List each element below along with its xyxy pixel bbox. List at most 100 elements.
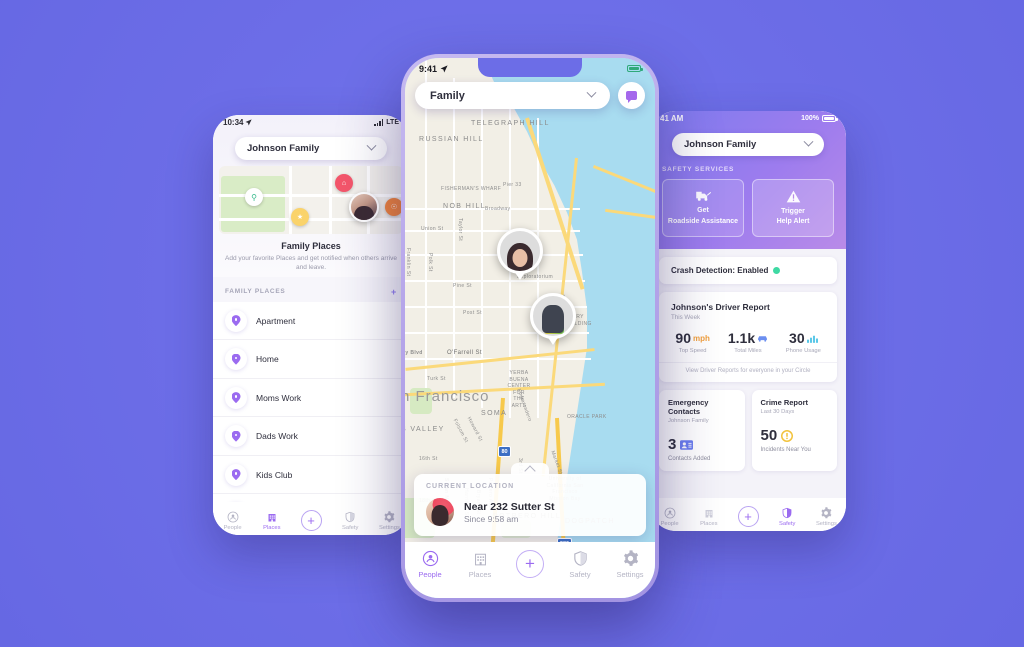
list-item[interactable]: Apartment bbox=[213, 302, 409, 341]
family-member-avatar-2 bbox=[530, 293, 576, 339]
map-road bbox=[405, 280, 585, 282]
left-tab-bar: People Places + Safety Settings bbox=[213, 502, 409, 535]
tab-add[interactable]: + bbox=[505, 550, 555, 578]
signal-bars-icon bbox=[374, 119, 384, 126]
map-pin-marker[interactable]: ⚲ bbox=[245, 188, 263, 206]
current-location-header: CURRENT LOCATION bbox=[426, 483, 515, 490]
map-street-label: ry Blvd bbox=[405, 350, 423, 356]
driver-report-stats: 90 mph Top Speed 1.1k Total Miles 30 Pho… bbox=[659, 321, 837, 362]
left-phone-mockup: 10:34 LTE Johnson Family ⚲ ⌂ ★ ☉ Family … bbox=[213, 115, 409, 535]
battery-icon bbox=[822, 115, 838, 122]
message-button[interactable] bbox=[618, 82, 645, 109]
plus-icon[interactable]: + bbox=[737, 506, 759, 527]
map-street-label: Broadway bbox=[485, 206, 511, 212]
tab-label: Places bbox=[263, 525, 281, 531]
family-selector[interactable]: Johnson Family bbox=[235, 137, 387, 160]
alert-circle-icon bbox=[781, 429, 794, 442]
tab-settings[interactable]: Settings bbox=[605, 550, 655, 579]
tab-people[interactable]: People bbox=[405, 550, 455, 579]
map-star-marker[interactable]: ★ bbox=[291, 208, 309, 226]
current-location-card[interactable]: CURRENT LOCATION Near 232 Sutter St Sinc… bbox=[414, 463, 646, 536]
tab-label: People bbox=[418, 570, 442, 579]
family-selector[interactable]: Johnson Family bbox=[672, 133, 824, 156]
center-tab-bar: People Places + Safety Settings bbox=[405, 542, 655, 598]
map-district-label: TELEGRAPH HILL bbox=[471, 120, 550, 127]
map-pin-icon bbox=[225, 386, 247, 409]
promo-subtitle: Add your favorite Places and get notifie… bbox=[225, 255, 397, 272]
card-subtitle: Last 30 Days bbox=[760, 409, 795, 415]
chevron-down-icon bbox=[366, 140, 377, 151]
map-pin-icon bbox=[225, 309, 247, 332]
emergency-contacts-card[interactable]: Emergency Contacts Johnson Family 3 Cont… bbox=[659, 390, 745, 471]
map-poi-label: FISHERMAN'S WHARF bbox=[441, 186, 502, 192]
warning-triangle-icon bbox=[786, 190, 801, 203]
stat-label: Total Miles bbox=[734, 348, 762, 354]
plus-icon[interactable]: + bbox=[300, 510, 322, 531]
place-label: Apartment bbox=[256, 315, 296, 326]
tab-add[interactable]: + bbox=[728, 506, 767, 527]
tab-places[interactable]: Places bbox=[252, 510, 291, 531]
place-label: Dads Work bbox=[256, 431, 298, 442]
family-member-avatar-1 bbox=[497, 228, 543, 274]
trigger-help-alert-button[interactable]: Trigger Help Alert bbox=[752, 179, 834, 237]
tab-label: Safety bbox=[569, 570, 591, 579]
message-icon bbox=[626, 91, 637, 103]
map-road bbox=[289, 166, 292, 234]
chevron-down-icon bbox=[586, 87, 597, 98]
tab-settings[interactable]: Settings bbox=[807, 506, 846, 527]
places-building-icon bbox=[472, 550, 489, 567]
map-bridge bbox=[605, 208, 655, 220]
driver-report-footer-link[interactable]: View Driver Reports for everyone in your… bbox=[659, 362, 837, 382]
list-item[interactable]: Kids Club bbox=[213, 456, 409, 495]
map-member-avatar[interactable] bbox=[349, 192, 379, 222]
drag-handle[interactable] bbox=[511, 463, 549, 475]
map-street-label: Polk St bbox=[427, 253, 433, 272]
place-label: Home bbox=[256, 354, 279, 365]
list-item[interactable]: Home bbox=[213, 340, 409, 379]
tab-safety[interactable]: Safety bbox=[331, 510, 370, 531]
service-line1: Get bbox=[697, 207, 709, 215]
stat-phone-usage: 30 Phone Usage bbox=[776, 330, 831, 354]
list-item[interactable]: Dads Work bbox=[213, 417, 409, 456]
family-member-marker-1[interactable] bbox=[497, 228, 543, 280]
family-member-marker-2[interactable] bbox=[530, 293, 576, 345]
center-header: Family bbox=[405, 82, 655, 109]
people-icon bbox=[422, 550, 439, 567]
mini-map-preview[interactable]: ⚲ ⌂ ★ ☉ bbox=[219, 166, 403, 234]
status-time: 9:41 bbox=[419, 63, 438, 74]
iphone-notch bbox=[478, 58, 582, 77]
tab-safety[interactable]: Safety bbox=[555, 550, 605, 579]
summary-cards-row: Emergency Contacts Johnson Family 3 Cont… bbox=[659, 390, 837, 471]
places-section-header: FAMILY PLACES + bbox=[213, 276, 409, 302]
roadside-assistance-button[interactable]: Get Roadside Assistance bbox=[662, 179, 744, 237]
map-city-label: n Francisco bbox=[405, 388, 490, 405]
tab-places[interactable]: Places bbox=[689, 506, 728, 527]
tab-add[interactable]: + bbox=[291, 510, 330, 531]
map-street-label: Union St bbox=[421, 226, 444, 232]
tab-safety[interactable]: Safety bbox=[768, 506, 807, 527]
card-title: Emergency Contacts bbox=[668, 398, 709, 416]
current-location-since: Since 9:58 am bbox=[464, 513, 519, 524]
map-street-label: 16th St bbox=[419, 456, 438, 462]
map-poi-label: Pier 33 bbox=[503, 182, 522, 188]
left-phone-screen: 10:34 LTE Johnson Family ⚲ ⌂ ★ ☉ Family … bbox=[213, 115, 409, 535]
highway-shield-80: 80 bbox=[498, 446, 511, 457]
list-item[interactable]: Moms Work bbox=[213, 379, 409, 418]
family-selector-value: Family bbox=[430, 89, 465, 102]
bars-icon bbox=[806, 334, 818, 343]
stat-value: 90 bbox=[675, 330, 691, 346]
driver-report-card[interactable]: Johnson's Driver Report This Week 90 mph… bbox=[659, 292, 837, 382]
map-home-marker[interactable]: ⌂ bbox=[335, 174, 353, 192]
crash-detection-card[interactable]: Crash Detection: Enabled bbox=[659, 257, 837, 284]
status-badge bbox=[773, 267, 781, 274]
family-selector[interactable]: Family bbox=[415, 82, 610, 109]
marker-tail bbox=[514, 271, 526, 280]
tab-people[interactable]: People bbox=[213, 510, 252, 531]
crime-report-card[interactable]: Crime Report Last 30 Days 50 Incidents N… bbox=[751, 390, 837, 471]
card-label: Incidents Near You bbox=[760, 447, 811, 453]
service-line2: Help Alert bbox=[776, 218, 810, 225]
family-selector-value: Johnson Family bbox=[247, 143, 320, 154]
add-place-button[interactable]: + bbox=[391, 287, 397, 297]
plus-icon[interactable]: + bbox=[516, 550, 544, 578]
tab-places[interactable]: Places bbox=[455, 550, 505, 579]
